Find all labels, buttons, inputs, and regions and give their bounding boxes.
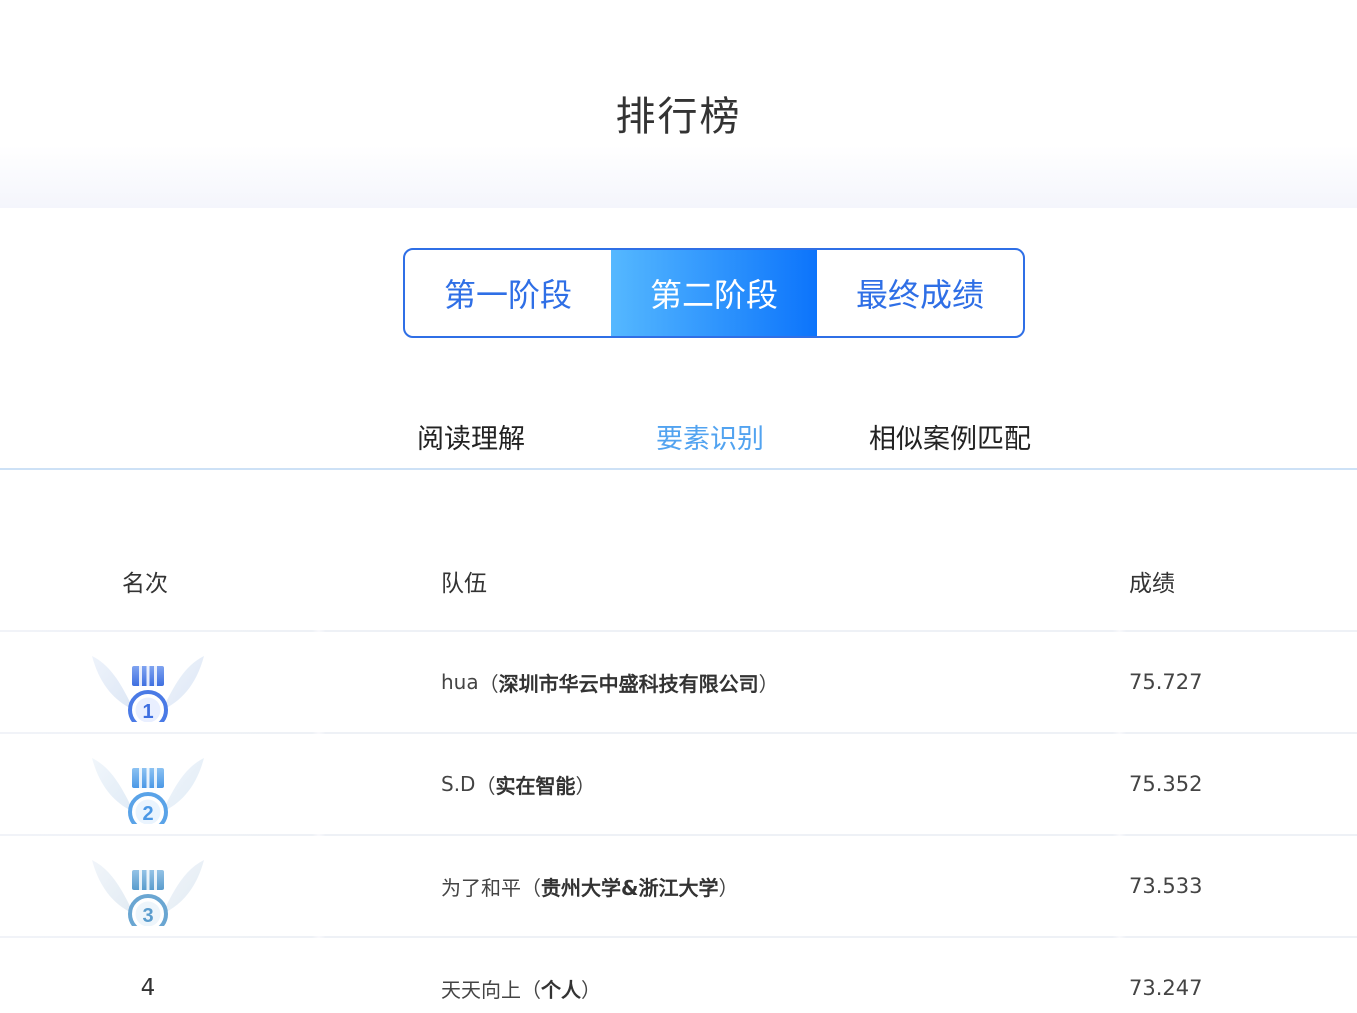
table-row: 4 天天向上（个人） 73.247 bbox=[0, 938, 1357, 1013]
rank-cell: 3 bbox=[88, 836, 208, 936]
team-organization: 贵州大学&浙江大学 bbox=[541, 875, 719, 900]
medal-2-icon: 2 bbox=[92, 758, 204, 824]
team-name: S.D bbox=[441, 772, 476, 796]
header-score: 成绩 bbox=[1129, 571, 1175, 597]
tab-final-score[interactable]: 最终成绩 bbox=[817, 250, 1023, 336]
team-cell: 为了和平（贵州大学&浙江大学） bbox=[441, 836, 738, 936]
medal-3-icon: 3 bbox=[92, 860, 204, 926]
leaderboard-table: 1 hua （深圳市华云中盛科技有限公司） 75.727 2 S.D （ 实在智… bbox=[0, 632, 1357, 1013]
paren-close: ） bbox=[718, 875, 739, 900]
team-cell: 天天向上（个人） bbox=[441, 938, 601, 1013]
team-organization: 深圳市华云中盛科技有限公司 bbox=[498, 671, 759, 696]
tab-stage-2[interactable]: 第二阶段 bbox=[611, 250, 817, 336]
score-cell: 75.352 bbox=[1129, 772, 1203, 796]
medal-number: 3 bbox=[142, 905, 153, 926]
tab-similar-case-matching[interactable]: 相似案例匹配 bbox=[869, 416, 1031, 464]
tab-stage-1[interactable]: 第一阶段 bbox=[405, 250, 611, 336]
tab-element-recognition[interactable]: 要素识别 bbox=[656, 416, 764, 464]
medal-number: 1 bbox=[142, 701, 153, 722]
team-organization: 实在智能 bbox=[495, 773, 576, 798]
score-cell: 75.727 bbox=[1129, 670, 1203, 694]
team-name: 为了和平 bbox=[441, 875, 521, 900]
medal-1-icon: 1 bbox=[92, 656, 204, 722]
paren-close: ） bbox=[758, 671, 779, 696]
table-header: 名次 队伍 成绩 bbox=[0, 556, 1357, 630]
table-row: 1 hua （深圳市华云中盛科技有限公司） 75.727 bbox=[0, 632, 1357, 732]
paren-open: （ bbox=[478, 671, 499, 696]
leaderboard-page: 排行榜 第一阶段 第二阶段 最终成绩 阅读理解 要素识别 相似案例匹配 名次 队… bbox=[0, 0, 1357, 1013]
team-name: 天天向上 bbox=[441, 977, 521, 1002]
paren-close: ） bbox=[581, 977, 601, 1002]
page-title: 排行榜 bbox=[615, 94, 742, 140]
header-rank: 名次 bbox=[122, 571, 168, 597]
team-name: hua bbox=[441, 670, 479, 694]
sub-tabs-divider bbox=[0, 468, 1357, 470]
team-cell: S.D （实在智能） bbox=[441, 734, 595, 834]
score-cell: 73.533 bbox=[1129, 874, 1203, 898]
header-team: 队伍 bbox=[441, 571, 487, 597]
table-row: 3 为了和平（贵州大学&浙江大学） 73.533 bbox=[0, 836, 1357, 936]
tab-reading-comprehension[interactable]: 阅读理解 bbox=[417, 416, 525, 464]
paren-open: （ bbox=[521, 977, 541, 1002]
paren-close: ） bbox=[575, 773, 596, 798]
paren-open: （ bbox=[475, 773, 496, 798]
stage-tabs: 第一阶段 第二阶段 最终成绩 bbox=[403, 248, 1025, 338]
rank-cell: 2 bbox=[88, 734, 208, 834]
sub-tabs: 阅读理解 要素识别 相似案例匹配 bbox=[0, 416, 1357, 468]
paren-open: （ bbox=[521, 875, 541, 900]
score-cell: 73.247 bbox=[1129, 976, 1203, 1000]
table-row: 2 S.D （实在智能） 75.352 bbox=[0, 734, 1357, 834]
team-organization: 个人 bbox=[541, 977, 581, 1002]
team-cell: hua （深圳市华云中盛科技有限公司） bbox=[441, 632, 779, 732]
medal-number: 2 bbox=[142, 803, 153, 824]
rank-cell: 1 bbox=[88, 632, 208, 732]
rank-cell: 4 bbox=[140, 975, 156, 1001]
